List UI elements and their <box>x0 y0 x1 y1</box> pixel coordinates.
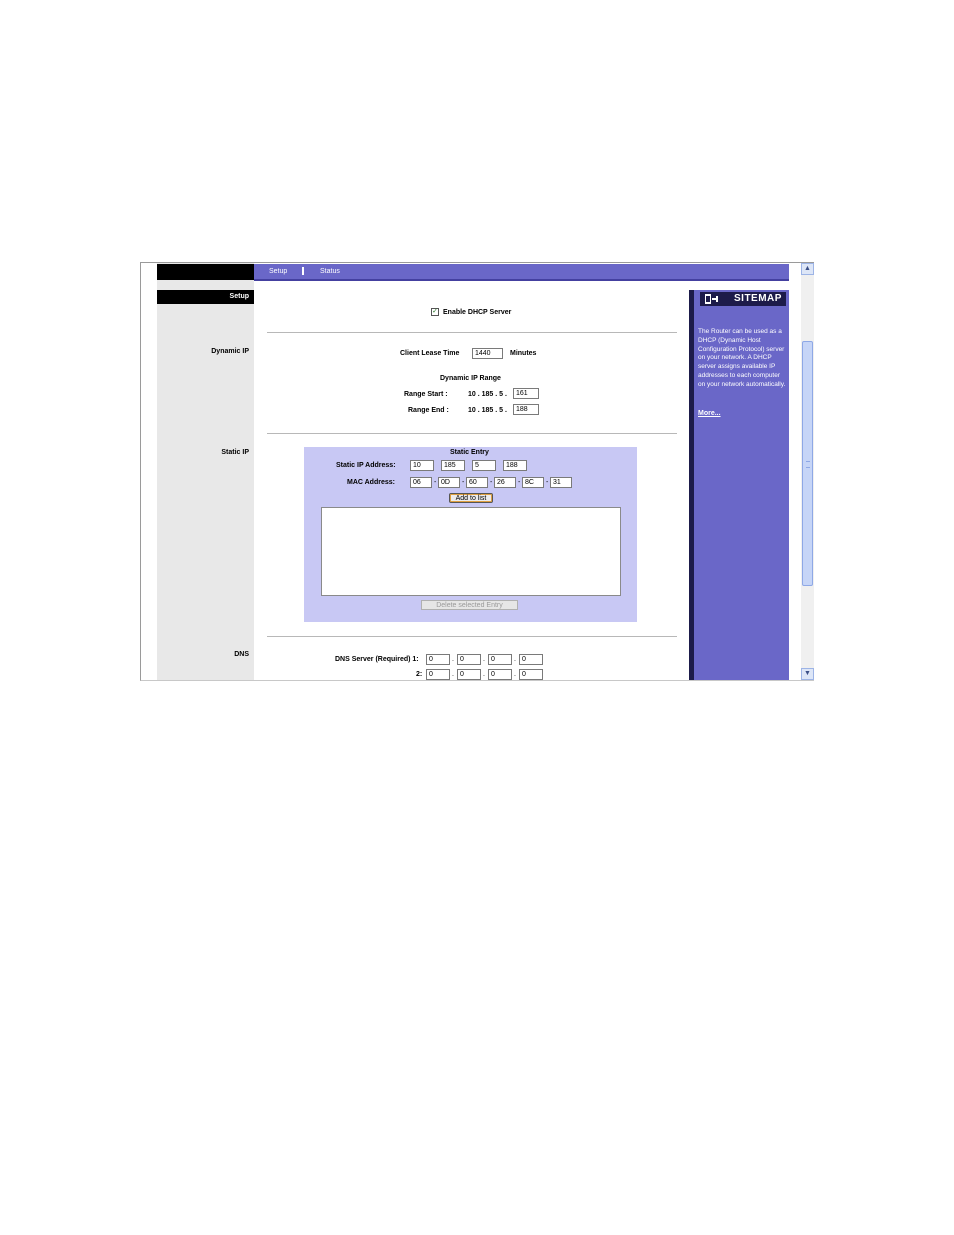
add-to-list-button[interactable]: Add to list <box>449 493 493 503</box>
lease-time-unit: Minutes <box>510 350 537 357</box>
static-ip-octet-2[interactable] <box>441 460 465 471</box>
static-ip-octet-4[interactable] <box>503 460 527 471</box>
mac-separator: - <box>490 479 493 486</box>
mac-separator: - <box>434 479 437 486</box>
nav-setup[interactable]: Setup <box>269 268 287 275</box>
sitemap-header: SITEMAP <box>700 292 786 306</box>
mac-part-5[interactable] <box>522 477 544 488</box>
mac-part-2[interactable] <box>438 477 460 488</box>
router-config-window: Setup Dynamic IP Static IP DNS Setup Sta… <box>140 262 814 681</box>
dns1-octet-3[interactable] <box>488 654 512 665</box>
enable-dhcp-label: Enable DHCP Server <box>443 309 512 316</box>
range-end-input[interactable] <box>513 404 539 415</box>
static-ip-octet-1[interactable] <box>410 460 434 471</box>
scroll-thumb[interactable] <box>802 341 813 586</box>
dns2-octet-3[interactable] <box>488 669 512 680</box>
scroll-down-icon[interactable]: ▼ <box>801 668 814 680</box>
mac-part-3[interactable] <box>466 477 488 488</box>
nav-status[interactable]: Status <box>320 268 340 275</box>
sitemap-sidebar: SITEMAP The Router can be used as a DHCP… <box>689 290 789 680</box>
static-entry-panel: Static Entry Static IP Address: MAC Addr… <box>304 447 637 622</box>
mac-part-1[interactable] <box>410 477 432 488</box>
mac-separator: - <box>546 479 549 486</box>
lease-time-label: Client Lease Time <box>400 350 460 357</box>
range-end-prefix: 10 . 185 . 5 . <box>468 407 507 414</box>
static-ip-label: Static IP Address: <box>336 462 396 469</box>
mac-separator: - <box>462 479 465 486</box>
dns2-octet-2[interactable] <box>457 669 481 680</box>
dns-server-2-label: 2: <box>416 671 423 678</box>
range-start-label: Range Start : <box>404 391 448 398</box>
mac-part-4[interactable] <box>494 477 516 488</box>
label-static-ip: Static IP <box>221 449 249 456</box>
main-content: ✓ Enable DHCP Server Client Lease Time M… <box>254 286 689 680</box>
divider <box>267 636 677 637</box>
ip-dot: . <box>452 656 454 663</box>
ip-dot: . <box>483 656 485 663</box>
ip-dot: . <box>452 671 454 678</box>
nav-underline <box>254 279 789 281</box>
label-dynamic-ip: Dynamic IP <box>211 348 249 355</box>
dynamic-range-title: Dynamic IP Range <box>440 375 501 382</box>
sitemap-heading[interactable]: SITEMAP <box>734 293 782 304</box>
vertical-scrollbar[interactable]: ▲ ▼ <box>801 263 814 680</box>
nav-separator <box>302 267 304 275</box>
ip-dot: . <box>483 671 485 678</box>
section-title: Setup <box>157 290 254 304</box>
dns-server-1-label: DNS Server (Required) 1: <box>335 656 419 663</box>
more-link[interactable]: More... <box>698 410 721 417</box>
range-end-label: Range End : <box>408 407 449 414</box>
static-ip-octet-3[interactable] <box>472 460 496 471</box>
dns1-octet-1[interactable] <box>426 654 450 665</box>
mac-separator: - <box>518 479 521 486</box>
static-entry-list[interactable] <box>321 507 621 596</box>
grip-icon <box>806 461 810 468</box>
dns2-octet-4[interactable] <box>519 669 543 680</box>
delete-entry-button[interactable]: Delete selected Entry <box>421 600 518 610</box>
label-dns: DNS <box>234 651 249 658</box>
dns1-octet-2[interactable] <box>457 654 481 665</box>
lease-time-input[interactable] <box>472 348 503 359</box>
left-column <box>157 263 254 680</box>
scroll-up-icon[interactable]: ▲ <box>801 263 814 275</box>
range-start-input[interactable] <box>513 388 539 399</box>
static-entry-title: Static Entry <box>450 449 489 456</box>
sitemap-icon <box>704 293 720 307</box>
dns2-octet-1[interactable] <box>426 669 450 680</box>
left-top-bar <box>157 264 254 280</box>
top-nav: Setup Status <box>254 264 789 281</box>
dns1-octet-4[interactable] <box>519 654 543 665</box>
sidebar-help-text: The Router can be used as a DHCP (Dynami… <box>698 328 786 388</box>
ip-dot: . <box>514 671 516 678</box>
ip-dot: . <box>514 656 516 663</box>
range-start-prefix: 10 . 185 . 5 . <box>468 391 507 398</box>
mac-part-6[interactable] <box>550 477 572 488</box>
divider <box>267 433 677 434</box>
enable-dhcp-checkbox[interactable]: ✓ <box>431 308 439 316</box>
mac-label: MAC Address: <box>347 479 395 486</box>
divider <box>267 332 677 333</box>
